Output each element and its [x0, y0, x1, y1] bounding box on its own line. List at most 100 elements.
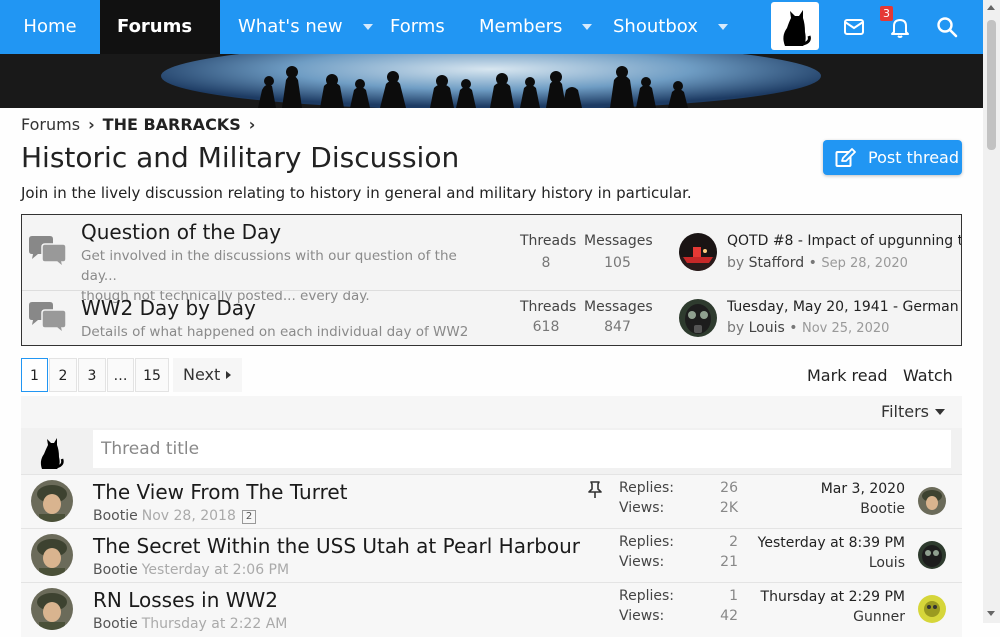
post-thread-button[interactable]: Post thread	[823, 140, 962, 175]
post-thread-label: Post thread	[868, 148, 960, 167]
nav-shoutbox-label: Shoutbox	[613, 16, 698, 37]
replies-count: 26	[720, 480, 738, 496]
nav-forums-label: Forums	[117, 16, 193, 37]
latest-post-by: by	[727, 255, 745, 271]
alert-count-badge: 3	[880, 6, 893, 21]
page-scrollbar[interactable]	[983, 0, 1000, 623]
thread-author[interactable]: Bootie	[93, 562, 138, 578]
subforum-title[interactable]: Question of the Day	[81, 220, 281, 244]
latest-post-title[interactable]: Tuesday, May 20, 1941 - German inv	[727, 299, 961, 315]
nav-whats-new[interactable]: What's new	[238, 0, 373, 54]
thread-author[interactable]: Bootie	[93, 616, 138, 632]
chevron-right-icon: ›	[248, 115, 256, 134]
thread-title[interactable]: The Secret Within the USS Utah at Pearl …	[93, 534, 580, 558]
breadcrumb-the-barracks[interactable]: THE BARRACKS	[103, 115, 241, 134]
quick-thread-row	[21, 428, 962, 474]
subforum-list: Question of the Day Get involved in the …	[21, 214, 962, 346]
messages-count: 847	[604, 319, 631, 335]
page-3-button[interactable]: 3	[78, 358, 106, 392]
threads-label: Threads	[520, 233, 577, 249]
thread-start-date: Yesterday at 2:06 PM	[141, 562, 290, 578]
subforum-row-ww2-day-by-day[interactable]: WW2 Day by Day Details of what happened …	[22, 290, 961, 356]
latest-poster-avatar[interactable]	[679, 299, 717, 337]
envelope-icon[interactable]	[842, 15, 866, 39]
user-avatar[interactable]	[771, 2, 819, 50]
chevron-down-icon[interactable]	[362, 24, 373, 30]
page-ellipsis-button[interactable]: …	[107, 358, 134, 392]
subforum-row-question-of-the-day[interactable]: Question of the Day Get involved in the …	[22, 215, 961, 304]
nav-members[interactable]: Members	[479, 0, 593, 54]
filters-button[interactable]: Filters	[881, 402, 945, 421]
thread-title[interactable]: The View From The Turret	[93, 480, 348, 504]
last-post-user[interactable]: Louis	[869, 555, 905, 571]
views-count: 42	[720, 608, 738, 624]
thread-author-avatar[interactable]	[31, 588, 73, 630]
gas-mask-avatar-icon	[918, 541, 946, 569]
thread-row[interactable]: RN Losses in WW2 Bootie Thursday at 2:22 …	[21, 582, 962, 637]
caret-down-icon	[935, 409, 945, 415]
page-1-button[interactable]: 1	[21, 358, 48, 392]
last-poster-avatar[interactable]	[918, 487, 946, 515]
nav-forms-label: Forms	[390, 16, 445, 37]
thread-title-input[interactable]	[93, 430, 951, 468]
soldier-helmet-avatar-icon	[918, 487, 946, 515]
thread-meta: Bootie Yesterday at 2:06 PM	[93, 562, 289, 578]
last-poster-avatar[interactable]	[918, 595, 946, 623]
next-page-button[interactable]: Next	[173, 358, 242, 392]
watch-link[interactable]: Watch	[903, 366, 953, 385]
last-poster-avatar[interactable]	[918, 541, 946, 569]
messages-count: 105	[604, 255, 631, 271]
thread-page-link[interactable]: 2	[241, 510, 257, 524]
thread-row[interactable]: The View From The Turret Bootie Nov 28, 2…	[21, 474, 962, 529]
last-post-date[interactable]: Mar 3, 2020	[821, 481, 905, 497]
subforum-description: Details of what happened on each individ…	[81, 324, 469, 340]
views-count: 2K	[719, 500, 738, 516]
soldiers-silhouette-banner-image	[0, 54, 983, 108]
messages-label: Messages	[584, 299, 653, 315]
thread-row[interactable]: The Secret Within the USS Utah at Pearl …	[21, 528, 962, 583]
subforum-title[interactable]: WW2 Day by Day	[81, 296, 256, 320]
nav-shoutbox[interactable]: Shoutbox	[613, 0, 728, 54]
ship-at-night-avatar-icon	[679, 233, 717, 271]
nav-home[interactable]: Home	[0, 0, 100, 54]
last-post-user[interactable]: Bootie	[860, 501, 905, 517]
chat-bubbles-icon	[29, 302, 67, 335]
views-label: Views:	[619, 554, 665, 570]
latest-post-title[interactable]: QOTD #8 - Impact of upgunning the	[727, 233, 961, 249]
views-count: 21	[720, 554, 738, 570]
latest-post-user[interactable]: Stafford	[749, 255, 805, 271]
scroll-up-icon[interactable]	[987, 5, 995, 10]
yellow-avatar-icon	[918, 595, 946, 623]
nav-forums[interactable]: Forums	[100, 0, 220, 84]
last-post-date[interactable]: Thursday at 2:29 PM	[761, 589, 905, 605]
threads-label: Threads	[520, 299, 577, 315]
latest-poster-avatar[interactable]	[679, 233, 717, 271]
page-15-button[interactable]: 15	[135, 358, 169, 392]
breadcrumb-forums[interactable]: Forums	[21, 115, 80, 134]
mark-read-link[interactable]: Mark read	[807, 366, 888, 385]
last-post-date[interactable]: Yesterday at 8:39 PM	[758, 535, 905, 551]
chevron-down-icon[interactable]	[582, 24, 593, 30]
top-navigation: Home Forums What's new Forms Members Sho…	[0, 0, 983, 84]
replies-label: Replies:	[619, 588, 675, 604]
black-cat-avatar-icon	[40, 438, 64, 469]
page-2-button[interactable]: 2	[49, 358, 77, 392]
latest-post-meta: by Stafford • Sep 28, 2020	[727, 255, 908, 271]
thread-title[interactable]: RN Losses in WW2	[93, 588, 278, 612]
scrollbar-thumb[interactable]	[987, 20, 996, 150]
chevron-down-icon[interactable]	[717, 24, 728, 30]
thread-meta: Bootie Nov 28, 2018 2	[93, 508, 257, 524]
messages-label: Messages	[584, 233, 653, 249]
nav-forms[interactable]: Forms	[390, 0, 445, 54]
threads-count: 618	[532, 319, 560, 335]
latest-post-meta: by Louis • Nov 25, 2020	[727, 320, 890, 336]
chat-bubbles-icon	[29, 236, 67, 269]
breadcrumb: Forums › THE BARRACKS ›	[21, 115, 263, 134]
thread-author[interactable]: Bootie	[93, 508, 138, 524]
thread-author-avatar[interactable]	[31, 534, 73, 576]
thread-author-avatar[interactable]	[31, 480, 73, 522]
scroll-down-icon[interactable]	[987, 611, 995, 616]
search-icon[interactable]	[935, 15, 959, 39]
latest-post-user[interactable]: Louis	[749, 320, 785, 336]
nav-whats-new-label: What's new	[238, 16, 343, 37]
